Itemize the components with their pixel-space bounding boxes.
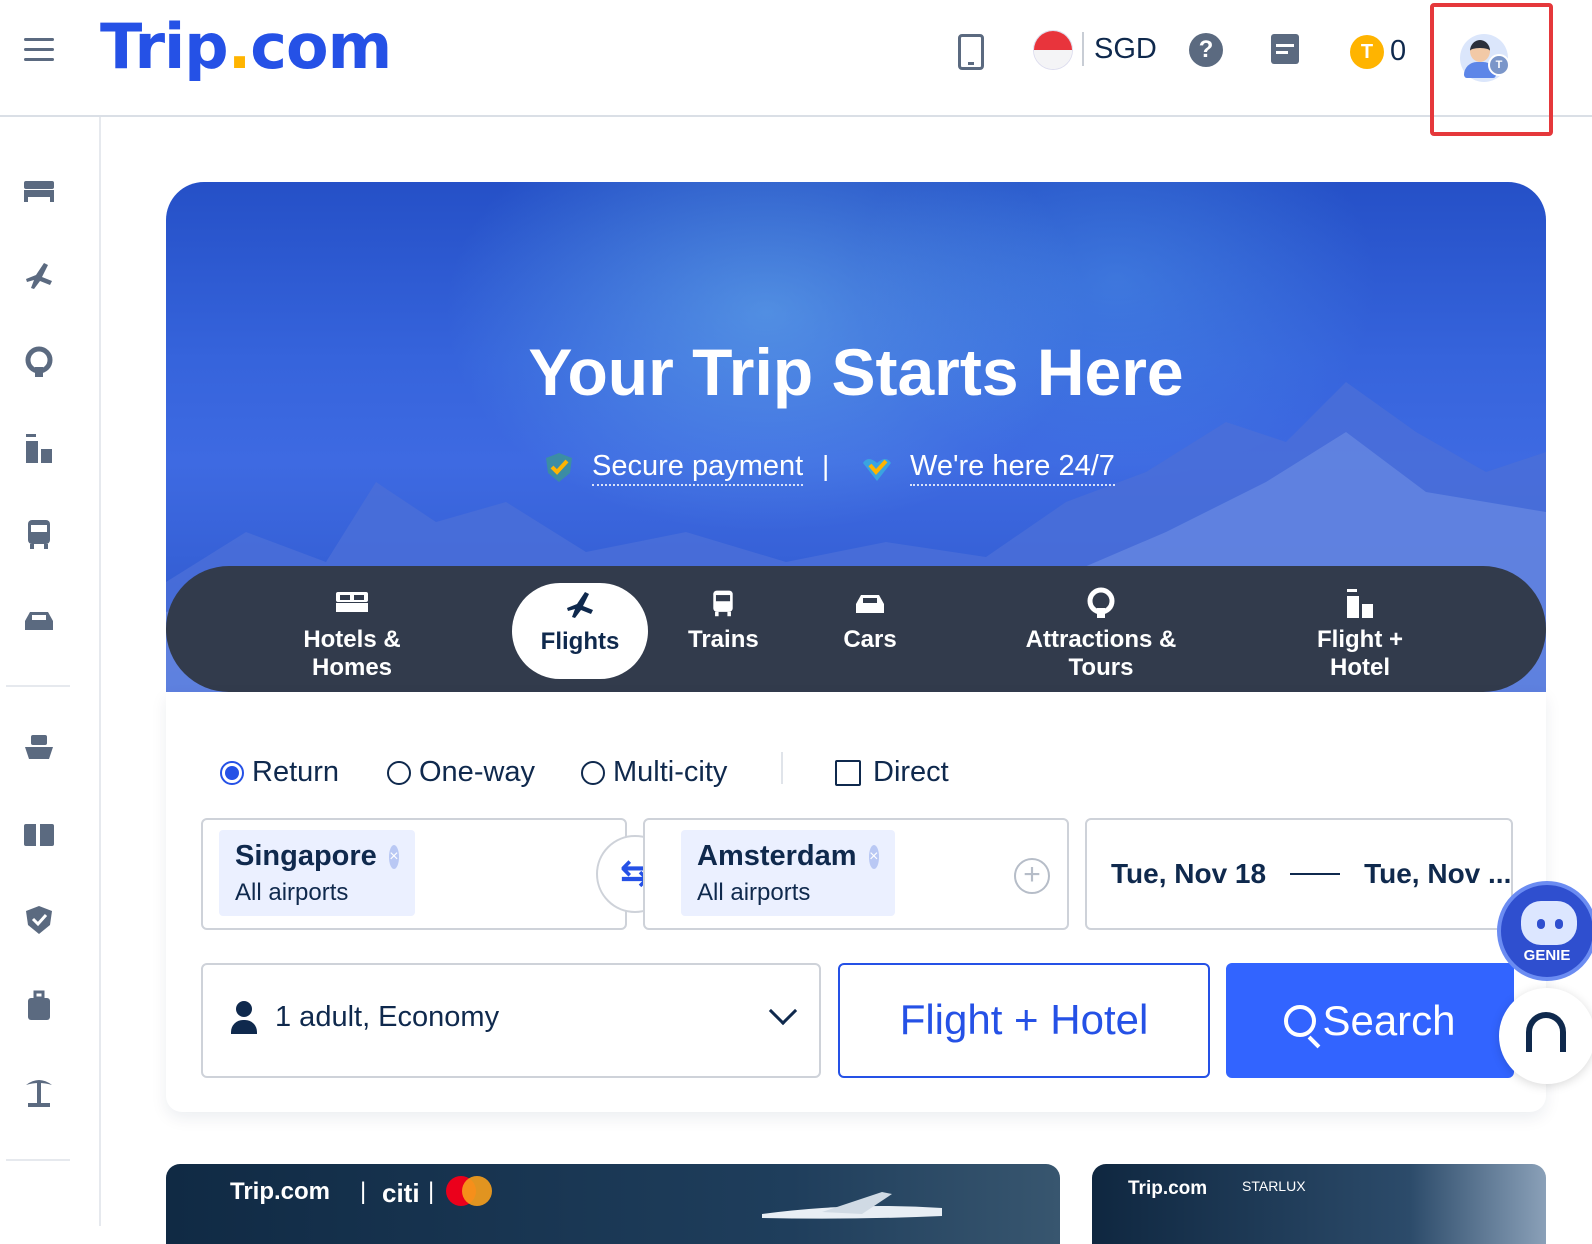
return-option[interactable]: Return [220,756,339,789]
shield-check-icon [546,453,572,482]
clear-origin-icon[interactable]: × [388,844,399,869]
car-icon[interactable] [22,603,56,637]
sidebar-divider [6,1159,70,1161]
luggage-icon[interactable] [22,989,56,1023]
direct-checkbox[interactable] [835,759,861,786]
return-radio[interactable] [220,760,244,785]
gift-card-icon[interactable] [22,817,56,851]
product-tab-bar: Hotels & Homes Flights Trains Cars Attra… [166,566,1546,692]
flight-hotel-icon[interactable] [22,431,56,465]
currency-selector[interactable]: SGD [1082,32,1157,66]
singapore-flag-icon[interactable] [1033,30,1073,70]
tab-cars[interactable]: Cars [842,586,898,676]
train-icon [688,586,758,626]
plane-icon [512,588,648,628]
depart-date[interactable]: Tue, Nov 18 [1111,858,1266,890]
option-divider [781,752,783,784]
heart-check-icon [863,459,891,481]
direct-option[interactable]: Direct [835,756,949,789]
mobile-app-icon[interactable] [958,34,984,70]
one-way-option[interactable]: One-way [387,756,535,789]
origin-field[interactable]: Singapore × All airports [201,818,627,930]
hamburger-menu-icon[interactable] [24,38,54,64]
flight-icon[interactable] [22,259,56,293]
return-date[interactable]: Tue, Nov ... [1364,858,1511,890]
destination-chip[interactable]: Amsterdam × All airports [681,830,895,916]
left-sidebar [0,117,101,1226]
chevron-down-icon[interactable] [768,996,798,1026]
tab-attractions-tours[interactable]: Attractions & Tours [996,586,1206,681]
support-feature[interactable]: We're here 24/7 [860,450,1115,486]
top-header: Trip.com SGD ? T 0 T [0,0,1592,136]
hero-title: Your Trip Starts Here [528,335,1184,409]
sidebar-divider [6,685,70,687]
cruise-icon[interactable] [22,731,56,765]
passenger-class-selector[interactable]: 1 adult, Economy [201,963,821,1078]
airplane-image [762,1192,942,1219]
robot-icon [1521,901,1577,945]
building-icon [1284,586,1436,626]
train-icon[interactable] [22,517,56,551]
tab-flight-hotel[interactable]: Flight + Hotel [1284,586,1436,681]
insurance-icon[interactable] [22,903,56,937]
one-way-radio[interactable] [387,760,411,785]
help-icon[interactable]: ? [1189,33,1223,67]
date-range[interactable]: Tue, Nov 18 Tue, Nov ... [1111,858,1511,890]
promo-banner-citi[interactable]: Trip.com | citi | [166,1164,1060,1244]
passenger-class-label: 1 adult, Economy [275,1001,500,1033]
promo-banner-starlux[interactable]: Trip.com STARLUX [1092,1164,1546,1244]
car-icon [842,586,898,626]
multi-city-radio[interactable] [581,760,605,785]
trip-coins-count[interactable]: 0 [1390,35,1406,68]
date-dash [1290,873,1341,875]
origin-chip[interactable]: Singapore × All airports [219,830,415,916]
secure-payment-feature[interactable]: Secure payment [542,450,804,486]
highlight-box [1430,3,1553,136]
genie-assistant-button[interactable]: GENIE [1497,881,1592,981]
tab-trains[interactable]: Trains [688,586,759,676]
search-icon [1284,1004,1317,1037]
add-destination-icon[interactable]: + [1014,858,1050,894]
hotel-icon[interactable] [22,173,56,207]
attraction-icon[interactable] [22,345,56,379]
tab-hotels-homes[interactable]: Hotels & Homes [266,586,438,681]
clear-destination-icon[interactable]: × [868,844,879,869]
multi-city-option[interactable]: Multi-city [581,756,727,789]
destination-field[interactable]: Amsterdam × All airports [643,818,1069,930]
search-button[interactable]: Search [1226,963,1514,1078]
trip-logo[interactable]: Trip.com [100,10,392,83]
headset-icon [1526,1012,1566,1052]
bed-icon [266,586,438,626]
person-icon [231,1001,257,1035]
flight-hotel-button[interactable]: Flight + Hotel [838,963,1210,1078]
my-trips-icon[interactable] [1271,34,1299,64]
ferris-wheel-icon [996,586,1206,626]
island-icon[interactable] [22,1075,56,1109]
customer-support-button[interactable] [1499,988,1592,1084]
tab-flights[interactable]: Flights [512,583,648,679]
hero-separator: | [822,450,830,481]
trip-coins-icon[interactable]: T [1350,35,1384,69]
